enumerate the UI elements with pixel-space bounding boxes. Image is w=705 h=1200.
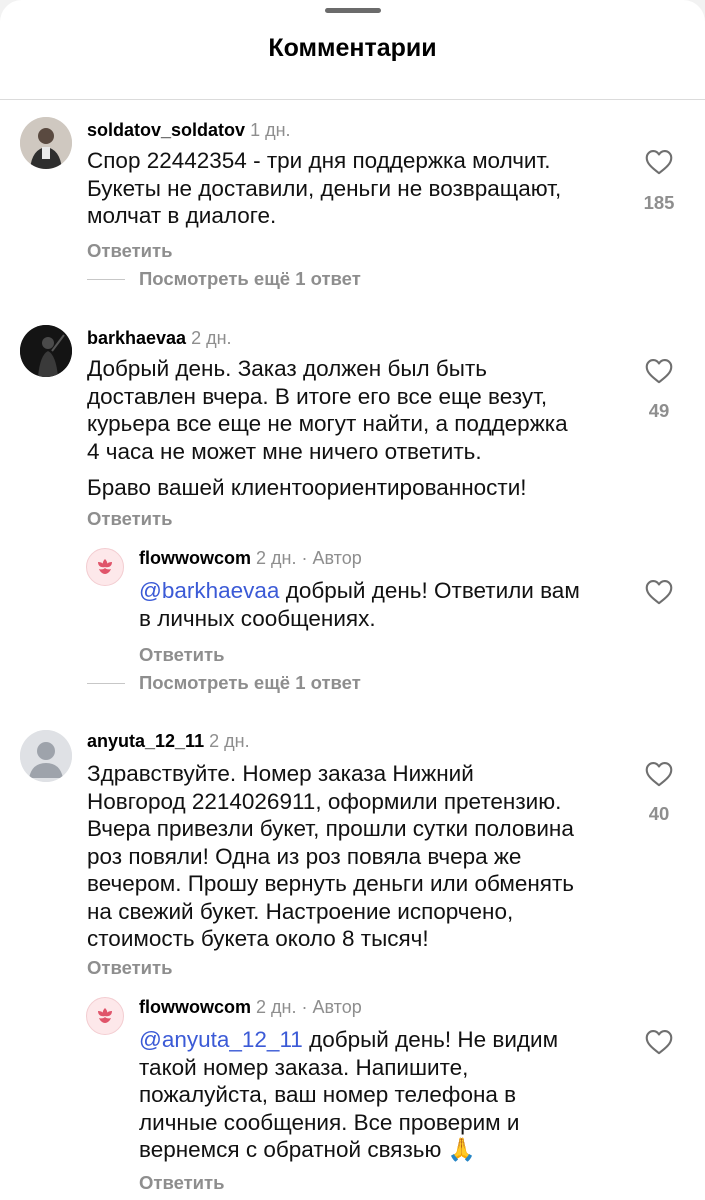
comment-text: Спор 22442354 - три дня поддержка молчит… — [87, 147, 561, 230]
avatar[interactable] — [20, 730, 72, 782]
comment-line: 4 часа не может мне ничего ответить. — [87, 438, 482, 464]
comment-line: Новгород 2214026911, оформили претензию. — [87, 788, 562, 814]
like-button[interactable] — [641, 760, 677, 787]
like-count: 40 — [648, 803, 670, 824]
reply-button[interactable]: Ответить — [139, 1172, 225, 1194]
like-count: 185 — [643, 192, 675, 213]
comment-meta: flowwowcom 2 дн. · Автор — [139, 548, 362, 569]
header-divider — [0, 99, 705, 100]
reply-button[interactable]: Ответить — [87, 957, 173, 979]
author-badge: · Автор — [301, 548, 362, 568]
mention-link[interactable]: @barkhaevaa — [139, 578, 279, 603]
comment-meta: barkhaevaa 2 дн. — [87, 328, 232, 349]
comment-line: Здравствуйте. Номер заказа Нижний — [87, 761, 474, 786]
user-photo-icon — [20, 117, 72, 169]
timestamp: 2 дн. — [191, 328, 232, 348]
view-more-replies[interactable]: Посмотреть ещё 1 ответ — [87, 268, 361, 290]
comment-line: такой номер заказа. Напишите, — [139, 1054, 469, 1080]
comment-meta: soldatov_soldatov 1 дн. — [87, 120, 291, 141]
comment-line: молчат в диалоге. — [87, 203, 277, 228]
comment-text-span: добрый день! Не видим — [302, 1027, 559, 1052]
timestamp: 2 дн. — [209, 731, 250, 751]
comment-line: Спор 22442354 - три дня поддержка молчит… — [87, 148, 551, 173]
heart-icon — [645, 150, 673, 175]
username[interactable]: barkhaevaa — [87, 328, 186, 348]
reply-button[interactable]: Ответить — [139, 644, 225, 666]
like-button[interactable] — [641, 578, 677, 605]
username[interactable]: anyuta_12_11 — [87, 731, 204, 751]
comment-line: вечером. Прошу вернуть деньги или обменя… — [87, 871, 574, 896]
like-button[interactable] — [641, 1028, 677, 1055]
comment-line: в личных сообщениях. — [139, 605, 376, 631]
comment-line: Добрый день. Заказ должен был быть — [87, 356, 488, 381]
heart-icon — [645, 580, 673, 605]
comments-sheet: Комментарии soldatov_soldatov 1 дн. Спор… — [0, 0, 705, 1200]
comment-text: Здравствуйте. Номер заказа Нижний Новгор… — [87, 760, 574, 953]
like-button[interactable] — [641, 357, 677, 384]
page-title: Комментарии — [268, 34, 437, 62]
flower-logo-icon — [98, 1008, 112, 1023]
comment-text: Добрый день. Заказ должен был быть доста… — [87, 355, 568, 502]
timestamp: 1 дн. — [250, 120, 291, 140]
comment-line: стоимость букета около 8 тысяч! — [87, 926, 429, 951]
comment-meta: flowwowcom 2 дн. · Автор — [139, 997, 362, 1018]
username[interactable]: soldatov_soldatov — [87, 120, 245, 140]
view-more-replies[interactable]: Посмотреть ещё 1 ответ — [87, 672, 361, 694]
flower-logo-icon — [98, 559, 112, 574]
timestamp: 2 дн. — [256, 548, 297, 568]
comment-line: на свежий букет. Настроение испорчено, — [87, 898, 514, 924]
comment-line: Букеты не доставили, деньги не возвращаю… — [87, 175, 562, 201]
comment-line: вернемся с обратной связью 🙏 — [139, 1137, 476, 1162]
reply-button[interactable]: Ответить — [87, 508, 173, 530]
like-button[interactable] — [641, 148, 677, 175]
comment-text: @anyuta_12_11 добрый день! Не видим тако… — [139, 1026, 558, 1164]
comment-line: Браво вашей клиентоориентированности! — [87, 475, 527, 500]
username[interactable]: flowwowcom — [139, 548, 251, 568]
user-photo-icon — [20, 325, 72, 377]
heart-icon — [645, 1030, 673, 1055]
comment-line: доставлен вчера. В итоге его все еще вез… — [87, 383, 548, 409]
drag-handle[interactable] — [324, 8, 381, 13]
avatar[interactable] — [20, 325, 72, 377]
username[interactable]: flowwowcom — [139, 997, 251, 1017]
default-avatar-icon — [20, 730, 72, 782]
comment-line: пожалуйста, ваш номер телефона в — [139, 1082, 517, 1107]
divider-line — [87, 278, 125, 280]
avatar[interactable] — [20, 117, 72, 169]
author-badge: · Автор — [301, 997, 362, 1017]
view-more-label: Посмотреть ещё 1 ответ — [139, 672, 361, 693]
comment-line: Вчера привезли букет, прошли сутки полов… — [87, 816, 574, 841]
like-count: 49 — [648, 400, 670, 421]
comment-line: личные сообщения. Все проверим и — [139, 1109, 520, 1135]
heart-icon — [645, 359, 673, 384]
divider-line — [87, 682, 125, 684]
comment-line: роз повяли! Одна из роз повяла вчера же — [87, 843, 522, 869]
avatar[interactable] — [86, 548, 124, 586]
comment-meta: anyuta_12_11 2 дн. — [87, 731, 250, 752]
timestamp: 2 дн. — [256, 997, 297, 1017]
comment-line: @anyuta_12_11 добрый день! Не видим — [139, 1026, 558, 1054]
view-more-label: Посмотреть ещё 1 ответ — [139, 268, 361, 289]
mention-link[interactable]: @anyuta_12_11 — [139, 1027, 303, 1052]
comment-line: @barkhaevaa добрый день! Ответили вам — [139, 577, 580, 605]
reply-button[interactable]: Ответить — [87, 240, 173, 262]
comment-text: @barkhaevaa добрый день! Ответили вам в … — [139, 577, 580, 632]
avatar[interactable] — [86, 997, 124, 1035]
heart-icon — [645, 762, 673, 787]
comment-text-span: добрый день! Ответили вам — [279, 578, 580, 603]
comment-line: курьера все еще не могут найти, а поддер… — [87, 411, 568, 436]
